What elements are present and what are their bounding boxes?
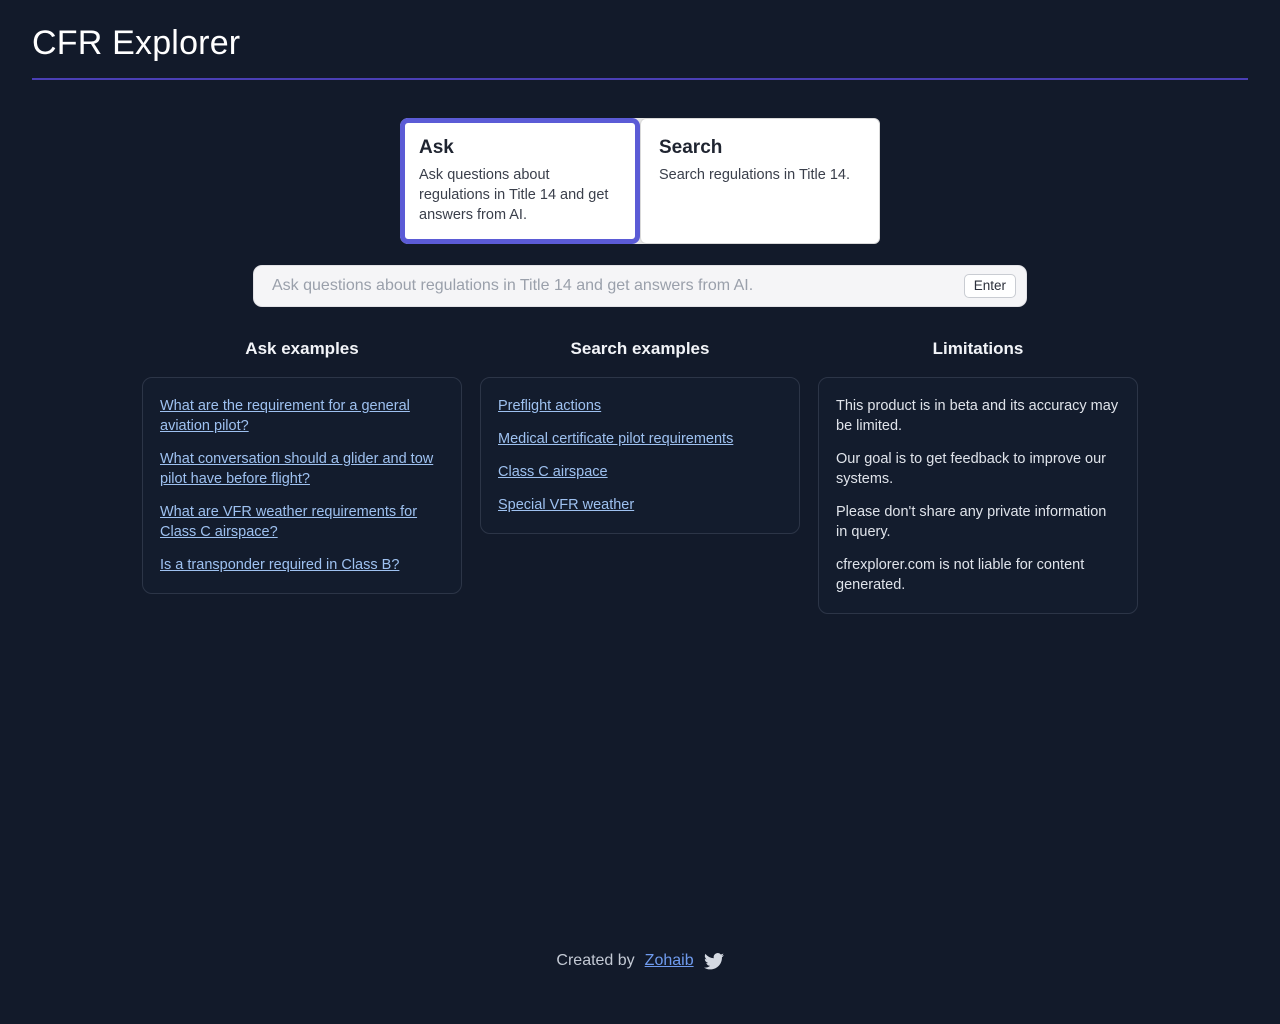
search-example-link[interactable]: Preflight actions — [498, 396, 782, 416]
limitation-text: Please don't share any private informati… — [836, 504, 1107, 540]
search-bar-container: Enter — [0, 266, 1280, 306]
tab-ask[interactable]: Ask Ask questions about regulations in T… — [400, 118, 640, 244]
tab-ask-description: Ask questions about regulations in Title… — [419, 167, 609, 223]
ask-example-link[interactable]: What are VFR weather requirements for Cl… — [160, 502, 444, 542]
search-input[interactable] — [272, 266, 964, 306]
limitation-text: cfrexplorer.com is not liable for conten… — [836, 557, 1085, 593]
app-header: CFR Explorer — [0, 0, 1280, 68]
footer: Created by Zohaib — [0, 950, 1280, 972]
column-search-examples: Search examples Preflight actions Medica… — [480, 338, 800, 614]
header-divider — [32, 78, 1248, 80]
tab-group: Ask Ask questions about regulations in T… — [400, 118, 880, 244]
limitations-title: Limitations — [932, 339, 1024, 358]
search-examples-title: Search examples — [570, 339, 710, 358]
footer-author-link[interactable]: Zohaib — [645, 952, 694, 970]
search-example-link[interactable]: Medical certificate pilot requirements — [498, 429, 782, 449]
tab-search-title: Search — [659, 137, 723, 158]
content-columns: Ask examples What are the requirement fo… — [0, 338, 1280, 614]
column-limitations: Limitations This product is in beta and … — [818, 338, 1138, 614]
ask-example-link[interactable]: What conversation should a glider and to… — [160, 449, 444, 489]
tab-ask-title: Ask — [419, 137, 454, 158]
search-example-link[interactable]: Special VFR weather — [498, 495, 782, 515]
column-ask-examples: Ask examples What are the requirement fo… — [142, 338, 462, 614]
search-bar[interactable]: Enter — [254, 266, 1026, 306]
limitations-panel: This product is in beta and its accuracy… — [818, 377, 1138, 614]
ask-example-link[interactable]: Is a transponder required in Class B? — [160, 555, 444, 575]
tabs-container: Ask Ask questions about regulations in T… — [0, 118, 1280, 244]
tab-search[interactable]: Search Search regulations in Title 14. — [640, 118, 880, 244]
tab-search-description: Search regulations in Title 14. — [659, 167, 851, 183]
ask-examples-panel: What are the requirement for a general a… — [142, 377, 462, 594]
ask-example-link[interactable]: What are the requirement for a general a… — [160, 396, 444, 436]
ask-examples-title: Ask examples — [245, 339, 359, 358]
footer-credit-label: Created by — [556, 952, 635, 969]
search-example-link[interactable]: Class C airspace — [498, 462, 782, 482]
limitation-text: This product is in beta and its accuracy… — [836, 398, 1119, 434]
search-examples-panel: Preflight actions Medical certificate pi… — [480, 377, 800, 534]
app-root: CFR Explorer Ask Ask questions about reg… — [0, 0, 1280, 1024]
twitter-icon[interactable] — [703, 952, 724, 970]
limitation-text: Our goal is to get feedback to improve o… — [836, 451, 1107, 487]
enter-button[interactable]: Enter — [963, 274, 1016, 298]
page-title: CFR Explorer — [32, 24, 241, 62]
